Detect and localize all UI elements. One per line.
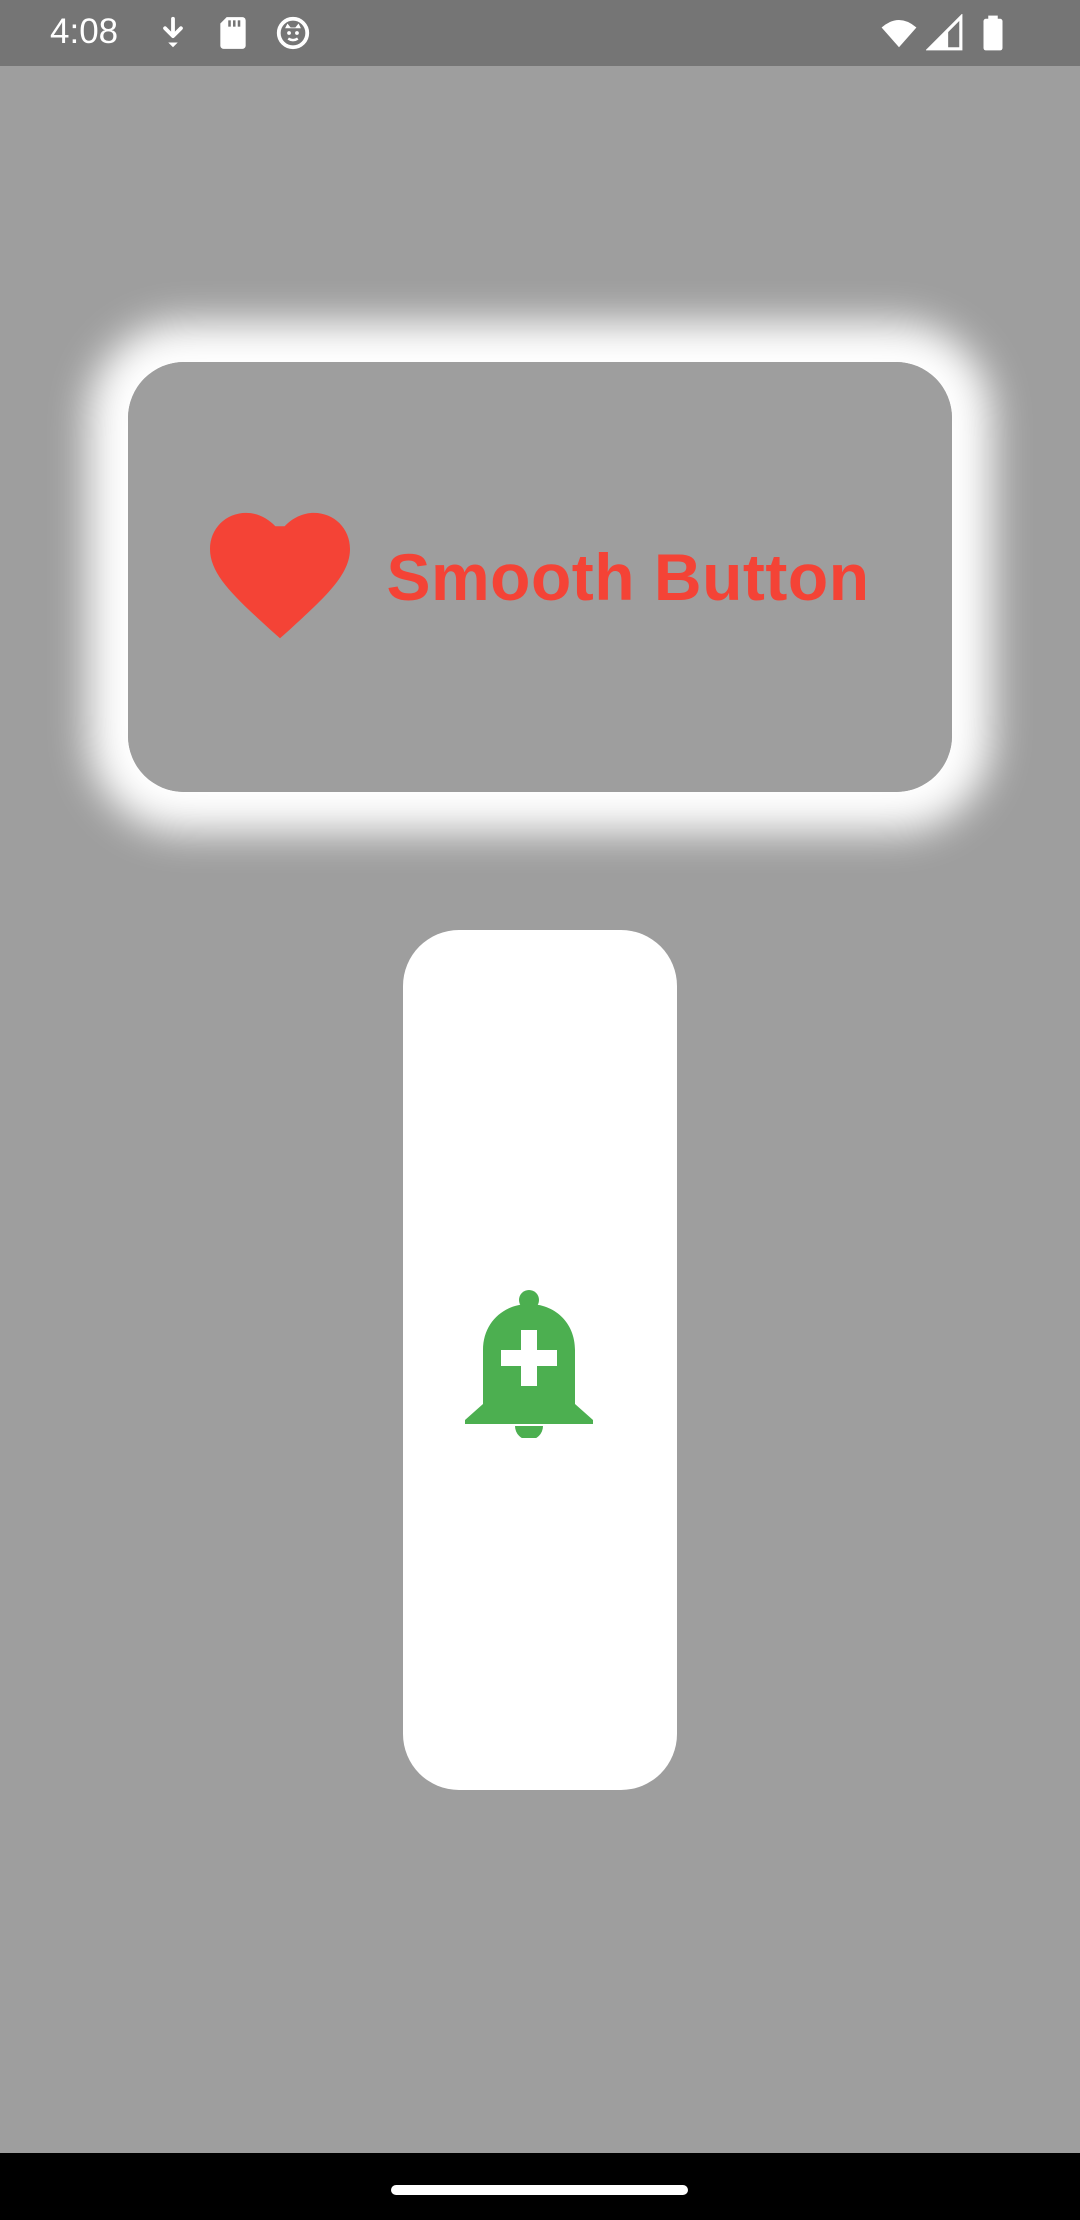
status-time: 4:08 [50,12,119,51]
home-gesture-handle[interactable] [391,2185,688,2195]
status-bar: 4:08 [0,0,1080,66]
add-alert-bell-icon [465,1290,593,1438]
heart-icon [210,512,351,642]
download-icon [154,14,192,52]
wifi-icon [880,14,918,52]
smooth-button[interactable]: Smooth Button [128,362,952,792]
navigation-bar [0,2153,1080,2220]
smooth-button-label: Smooth Button [386,540,870,614]
signal-icon [926,14,964,52]
battery-icon [974,14,1012,52]
notification-bell-button[interactable] [403,930,677,1790]
sd-card-icon [214,14,252,52]
cat-face-icon [274,14,312,52]
